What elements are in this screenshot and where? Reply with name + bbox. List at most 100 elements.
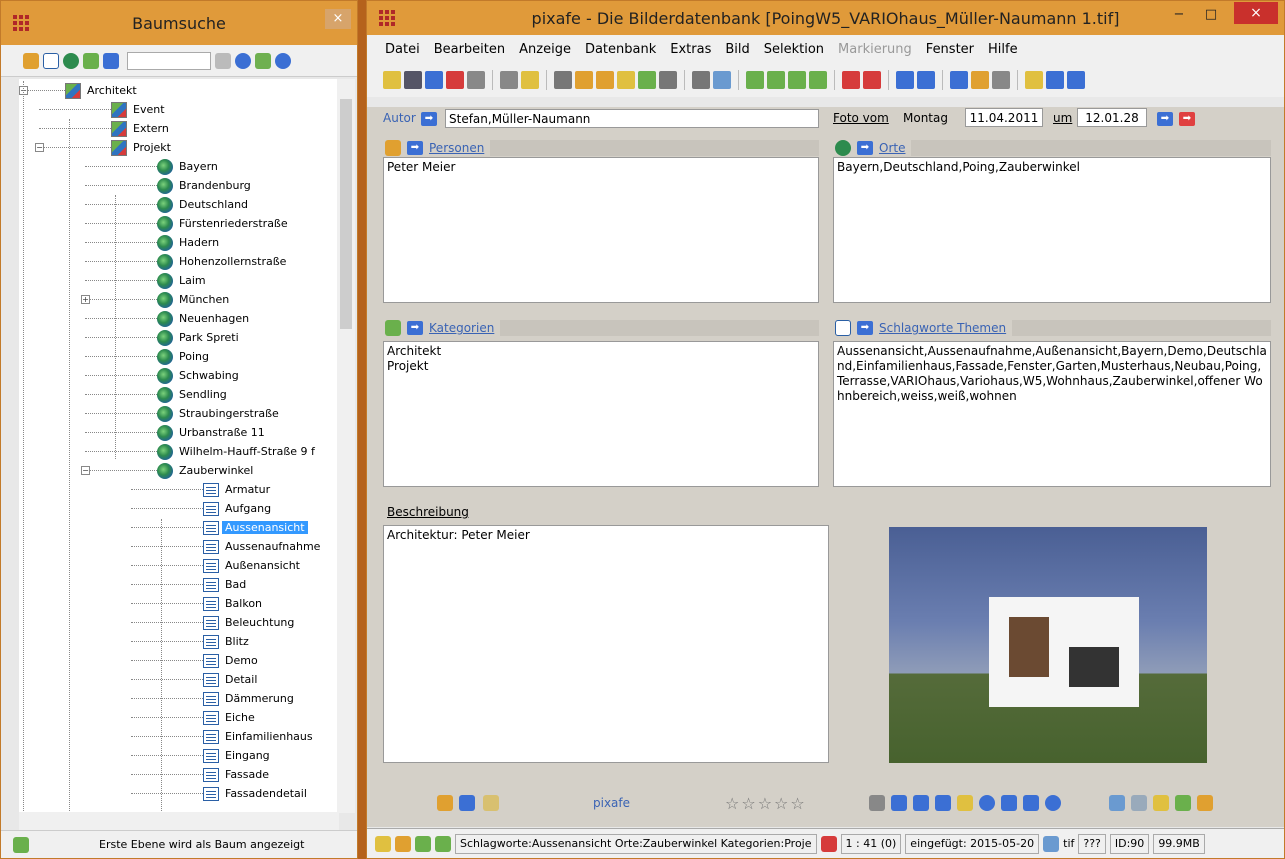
tree-node[interactable]: Park Spreti (157, 328, 242, 347)
card-icon[interactable] (395, 835, 411, 852)
orte-label[interactable]: Orte (879, 141, 905, 155)
swap-icon[interactable] (459, 795, 475, 811)
tree-node[interactable]: Beleuchtung (203, 613, 297, 632)
shield-icon[interactable] (415, 835, 431, 852)
magic-wand-icon[interactable] (483, 795, 499, 811)
tree-node[interactable]: Extern (111, 119, 172, 138)
toolbar-button-icon-21[interactable] (788, 71, 806, 89)
toolbar-button-icon-25[interactable] (863, 71, 881, 89)
tree-node[interactable]: Laim (157, 271, 209, 290)
date-field[interactable]: 11.04.2011 (965, 108, 1043, 127)
autor-arrow-button[interactable]: ➡ (421, 112, 437, 126)
tree-node[interactable]: Aussenaufnahme (203, 537, 323, 556)
tree-node[interactable]: Fürstenriederstraße (157, 214, 291, 233)
tree-node[interactable]: Projekt (111, 138, 174, 157)
category-icon[interactable] (83, 52, 99, 69)
tree-node[interactable]: Hohenzollernstraße (157, 252, 289, 271)
kategorien-field[interactable]: Architekt Projekt (383, 341, 819, 487)
tree-node[interactable]: Schwabing (157, 366, 242, 385)
last-icon[interactable] (935, 795, 951, 811)
menu-fenster[interactable]: Fenster (926, 42, 974, 57)
tree-structure-icon[interactable] (13, 836, 29, 853)
tree-node[interactable]: Armatur (203, 480, 273, 499)
toolbar-button-icon-32[interactable] (992, 71, 1010, 89)
toolbar-button-icon-28[interactable] (917, 71, 935, 89)
toolbar-button-icon-31[interactable] (971, 71, 989, 89)
kategorien-arrow-button[interactable]: ➡ (407, 321, 423, 335)
tree-node[interactable]: Bad (203, 575, 249, 594)
tree-node[interactable]: Neuenhagen (157, 309, 252, 328)
rating-stars[interactable]: ☆☆☆☆☆ (725, 794, 807, 813)
toolbar-button-icon-12[interactable] (617, 71, 635, 89)
date-arrow-button[interactable]: ➡ (1157, 112, 1173, 126)
tree-node[interactable]: Detail (203, 670, 260, 689)
toolbar-button-icon-24[interactable] (842, 71, 860, 89)
play-icon[interactable] (957, 795, 973, 811)
menu-selektion[interactable]: Selektion (764, 42, 824, 57)
calendar-icon[interactable] (103, 52, 119, 69)
toolbar-button-icon-19[interactable] (746, 71, 764, 89)
tree-node[interactable]: Fassadendetail (203, 784, 310, 803)
toolbar-button-icon-30[interactable] (950, 71, 968, 89)
prev-icon[interactable] (891, 795, 907, 811)
tree-node[interactable]: Straubingerstraße (157, 404, 282, 423)
menu-bearbeiten[interactable]: Bearbeiten (434, 42, 505, 57)
tree-node[interactable]: Bayern (157, 157, 221, 176)
toolbar-button-icon-2[interactable] (425, 71, 443, 89)
toolbar-button-icon-9[interactable] (554, 71, 572, 89)
help-icon[interactable] (1045, 795, 1061, 811)
toolbar-button-icon-35[interactable] (1046, 71, 1064, 89)
toolbar-button-icon-4[interactable] (467, 71, 485, 89)
orte-arrow-button[interactable]: ➡ (857, 141, 873, 155)
tree-node[interactable]: Event (111, 100, 168, 119)
tree-view[interactable]: Architekt − Event Extern Projekt − Bayern Brand… (19, 79, 339, 813)
autor-field[interactable]: Stefan,Müller-Naumann (445, 109, 819, 128)
beschreibung-field[interactable]: Architektur: Peter Meier (383, 525, 829, 763)
menu-markierung[interactable]: Markierung (838, 42, 912, 57)
help-icon[interactable] (275, 52, 291, 69)
tree-search-input[interactable] (127, 51, 211, 70)
tree-scrollbar[interactable] (337, 79, 355, 813)
schlagworte-field[interactable]: Aussenansicht,Aussenaufnahme,Außenansich… (833, 341, 1271, 487)
toolbar-button-icon-17[interactable] (713, 71, 731, 89)
toolbar-button-icon-16[interactable] (692, 71, 710, 89)
pixafe-link[interactable]: pixafe (593, 796, 630, 810)
toolbar-button-icon-1[interactable] (404, 71, 422, 89)
image-edit-icon[interactable] (1109, 795, 1125, 811)
refresh-icon[interactable] (235, 52, 251, 69)
category-icon[interactable] (435, 835, 451, 852)
globe-icon[interactable] (63, 52, 79, 69)
minimize-button[interactable]: − (1164, 1, 1194, 31)
tree-node[interactable]: Eiche (203, 708, 258, 727)
first-icon[interactable] (869, 795, 885, 811)
toolbar-button-icon-22[interactable] (809, 71, 827, 89)
tree-node[interactable]: Architekt (65, 81, 140, 100)
tree-expander[interactable]: + (81, 295, 90, 304)
menu-anzeige[interactable]: Anzeige (519, 42, 571, 57)
view-icon[interactable] (1001, 795, 1017, 811)
toolbar-button-icon-6[interactable] (500, 71, 518, 89)
orte-field[interactable]: Bayern,Deutschland,Poing,Zauberwinkel (833, 157, 1271, 303)
person-icon[interactable] (23, 52, 39, 69)
binoculars-icon[interactable] (255, 52, 271, 69)
menu-bild[interactable]: Bild (725, 42, 749, 57)
hand-icon[interactable] (1197, 795, 1213, 811)
tree-node[interactable]: Wilhelm-Hauff-Straße 9 f (157, 442, 318, 461)
toolbar-button-icon-3[interactable] (446, 71, 464, 89)
tree-close-button[interactable]: × (325, 9, 351, 29)
toolbar-button-icon-0[interactable] (383, 71, 401, 89)
tree-node[interactable]: Deutschland (157, 195, 251, 214)
toolbar-button-icon-34[interactable] (1025, 71, 1043, 89)
tree-hscrollbar[interactable] (19, 812, 339, 830)
tree-node[interactable]: Einfamilienhaus (203, 727, 316, 746)
menu-datenbank[interactable]: Datenbank (585, 42, 656, 57)
compare-icon[interactable] (1131, 795, 1147, 811)
add-image-icon[interactable] (437, 795, 453, 811)
toolbar-button-icon-13[interactable] (638, 71, 656, 89)
tree-node[interactable]: Demo (203, 651, 261, 670)
close-button[interactable]: × (1234, 2, 1278, 24)
tree-node[interactable]: Fassade (203, 765, 272, 784)
tree-expander[interactable]: − (81, 466, 90, 475)
menu-datei[interactable]: Datei (385, 42, 420, 57)
menu-hilfe[interactable]: Hilfe (988, 42, 1018, 57)
